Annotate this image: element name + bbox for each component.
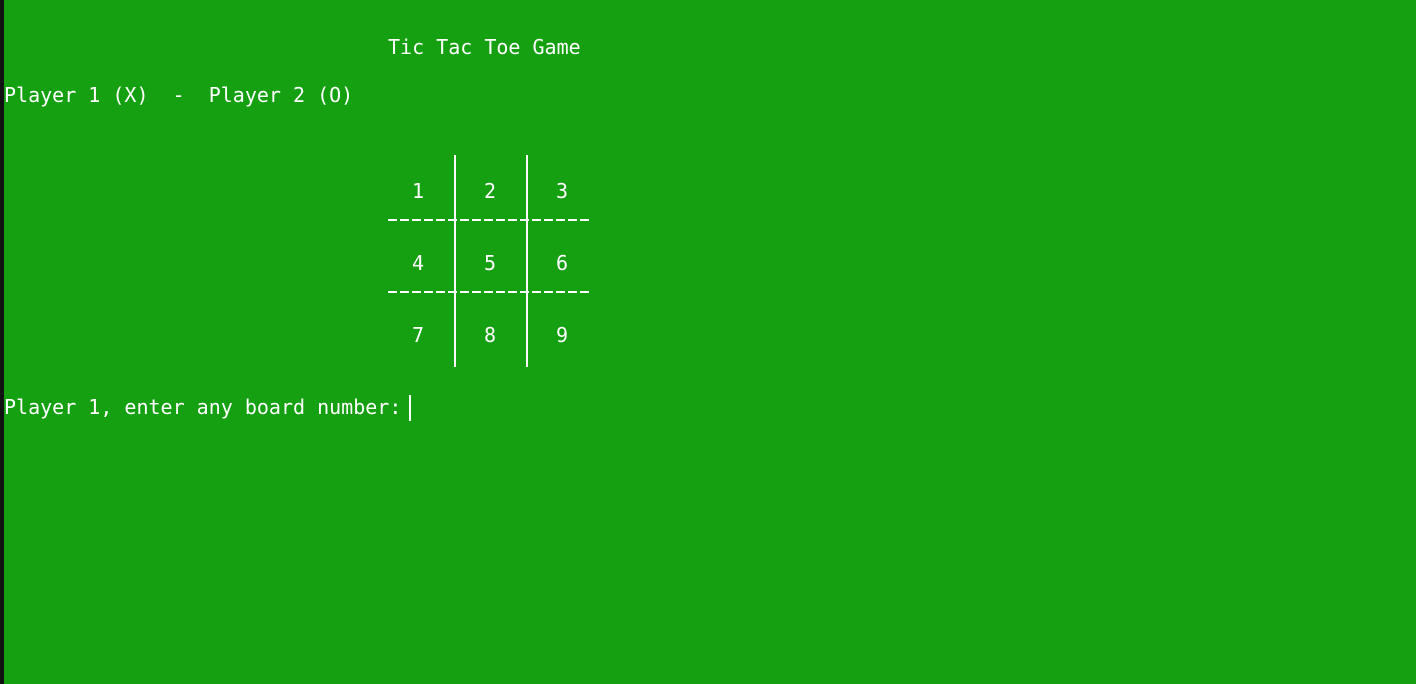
prompt-label: Player 1, enter any board number: [4, 395, 402, 419]
game-title: Tic Tac Toe Game [388, 35, 581, 59]
board-row-separator-2 [388, 291, 592, 293]
board-cell-3: 3 [555, 179, 569, 203]
board-divider-right [526, 155, 528, 367]
board-cell-4: 4 [411, 251, 425, 275]
console-window[interactable]: Tic Tac Toe Game Player 1 (X) - Player 2… [4, 0, 1416, 684]
board-cell-5: 5 [483, 251, 497, 275]
board-cell-6: 6 [555, 251, 569, 275]
board-cell-8: 8 [483, 323, 497, 347]
board-cell-2: 2 [483, 179, 497, 203]
board-divider-left [454, 155, 456, 367]
board-cell-9: 9 [555, 323, 569, 347]
board-cell-1: 1 [411, 179, 425, 203]
board-row-separator-1 [388, 219, 592, 221]
input-prompt[interactable]: Player 1, enter any board number: [4, 394, 412, 421]
players-legend: Player 1 (X) - Player 2 (O) [4, 83, 354, 107]
text-cursor[interactable] [409, 394, 412, 421]
game-board: 1 2 3 4 5 6 7 8 9 [388, 149, 608, 379]
board-cell-7: 7 [411, 323, 425, 347]
